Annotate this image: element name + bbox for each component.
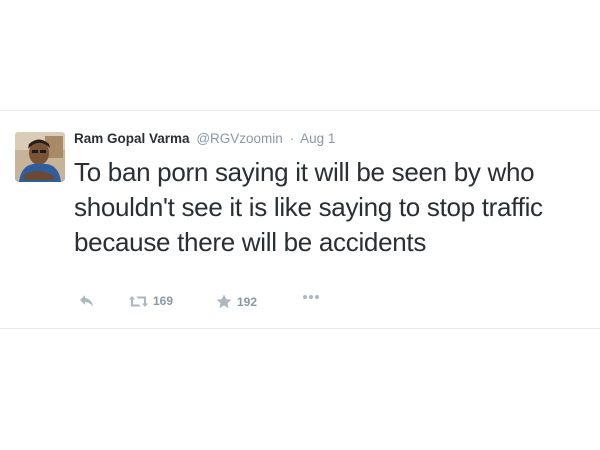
avatar[interactable] (15, 132, 65, 182)
star-icon (216, 294, 232, 309)
more-button[interactable] (302, 294, 320, 300)
divider-bottom (0, 328, 600, 329)
tweet-card: Ram Gopal Varma @RGVzoomin · Aug 1 To ba… (0, 111, 600, 328)
reply-icon (80, 295, 93, 307)
favorite-button[interactable]: 192 (216, 294, 257, 309)
retweet-count: 169 (153, 294, 174, 308)
more-dots-icon (303, 295, 319, 299)
retweet-button[interactable]: 169 (129, 294, 173, 308)
page: Ram Gopal Varma @RGVzoomin · Aug 1 To ba… (0, 0, 600, 450)
author-name[interactable]: Ram Gopal Varma (74, 131, 190, 146)
favorite-count: 192 (237, 294, 258, 309)
tweet-text: To ban porn saying it will be seen by wh… (74, 157, 543, 257)
retweet-icon (129, 295, 148, 307)
tweet-date[interactable]: Aug 1 (300, 131, 335, 146)
avatar-image (15, 132, 65, 182)
reply-button[interactable] (79, 294, 95, 308)
author-handle[interactable]: @RGVzoomin (196, 131, 282, 146)
tweet-header: Ram Gopal Varma @RGVzoomin · Aug 1 (74, 130, 335, 148)
header-separator: · (289, 131, 295, 146)
